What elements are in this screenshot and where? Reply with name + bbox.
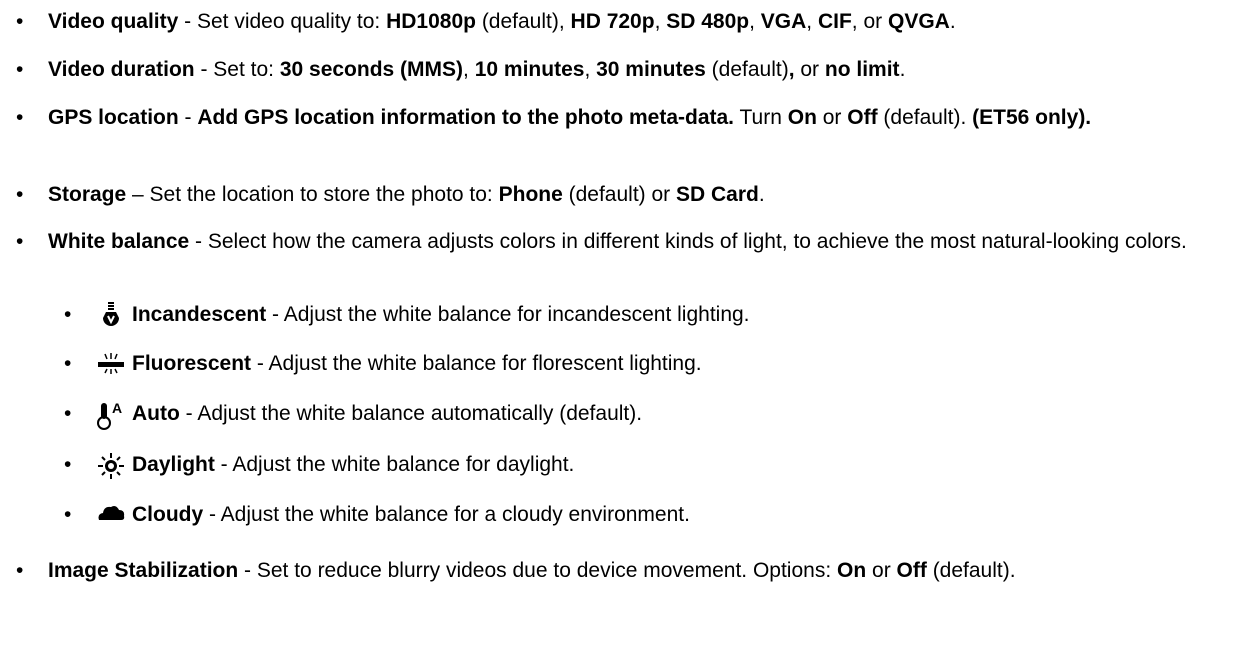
text-run: (default),: [475, 10, 571, 33]
text-run: (default).: [926, 559, 1016, 582]
text-run: ,: [463, 58, 475, 81]
text-run: - Set to:: [194, 58, 280, 81]
text-run: (default): [705, 58, 789, 81]
daylight-sun-icon: [96, 452, 126, 479]
text-run: ,: [806, 10, 818, 33]
bold-text-run: HD 720p: [570, 10, 655, 33]
text-run: or: [794, 58, 825, 81]
bold-text-run: Phone: [498, 183, 563, 206]
bold-text-run: Video quality: [48, 10, 179, 33]
document-page: • Video quality - Set video quality to: …: [0, 0, 1241, 668]
text-run: .: [949, 10, 956, 33]
bullet: •: [16, 559, 24, 582]
text-run: or: [816, 106, 848, 129]
svg-text:A: A: [112, 401, 122, 416]
fluorescent-tube-icon: [96, 351, 126, 377]
item-label: Auto - Adjust the white balance automati…: [132, 400, 642, 427]
text-run: - Adjust the white balance for daylight.: [214, 453, 575, 476]
text-run: Turn: [734, 106, 788, 129]
bold-text-run: Fluorescent: [132, 352, 252, 375]
bullet: •: [64, 352, 72, 375]
item-label: Incandescent - Adjust the white balance …: [132, 301, 750, 328]
bold-text-run: Cloudy: [132, 503, 204, 526]
item-label: Daylight - Adjust the white balance for …: [132, 451, 574, 478]
text-run: or: [866, 559, 897, 582]
text-run: .: [899, 58, 906, 81]
text-run: ,: [749, 10, 761, 33]
item-text: Daylight - Adjust the white balance for …: [96, 451, 1219, 479]
item-text: Video quality - Set video quality to: HD…: [48, 8, 1219, 35]
bullet: •: [16, 10, 24, 33]
text-run: ,: [654, 10, 667, 33]
bold-text-run: Off: [896, 559, 927, 582]
text-run: - Set video quality to:: [178, 10, 387, 33]
bold-text-run: White balance: [48, 230, 190, 253]
item-text: White balance - Select how the camera ad…: [48, 228, 1219, 255]
bold-text-run: QVGA: [887, 10, 950, 33]
item-text: Cloudy - Adjust the white balance for a …: [96, 501, 1219, 528]
bullet: •: [16, 58, 24, 81]
bold-text-run: Video duration: [48, 58, 195, 81]
auto-white-balance-icon: A: [96, 401, 126, 430]
incandescent-bulb-icon: [96, 301, 126, 328]
bullet: •: [64, 453, 72, 476]
bold-text-run: Image Stabilization: [48, 559, 239, 582]
text-run: - Adjust the white balance automatically…: [179, 402, 643, 425]
text-run: - Adjust the white balance for florescen…: [251, 352, 702, 375]
bold-text-run: CIF: [817, 10, 852, 33]
bold-text-run: VGA: [760, 10, 807, 33]
item-text: Storage – Set the location to store the …: [48, 181, 1219, 208]
bullet: •: [64, 402, 72, 425]
bold-text-run: 30 minutes: [596, 58, 706, 81]
item-label: Fluorescent - Adjust the white balance f…: [132, 350, 702, 377]
bold-text-run: Storage: [48, 183, 127, 206]
text-run: (default) or: [562, 183, 676, 206]
text-run: (default).: [877, 106, 973, 129]
text-run: - Adjust the white balance for a cloudy …: [203, 503, 690, 526]
text-run: - Select how the camera adjusts colors i…: [189, 230, 1187, 253]
bold-text-run: Daylight: [132, 453, 215, 476]
item-text: Fluorescent - Adjust the white balance f…: [96, 350, 1219, 377]
bullet: •: [16, 106, 24, 129]
bold-text-run: Off: [847, 106, 878, 129]
bold-text-run: (ET56 only).: [972, 106, 1092, 129]
bold-text-run: no limit: [824, 58, 900, 81]
bold-text-run: HD1080p: [386, 10, 476, 33]
item-text: Video duration - Set to: 30 seconds (MMS…: [48, 56, 1219, 83]
bold-text-run: Auto: [132, 402, 180, 425]
item-text: Image Stabilization - Set to reduce blur…: [48, 557, 1219, 584]
bold-text-run: 30 seconds (MMS): [279, 58, 464, 81]
text-run: -: [178, 106, 198, 129]
bold-text-run: Incandescent: [132, 303, 267, 326]
text-run: - Set to reduce blurry videos due to dev…: [238, 559, 838, 582]
text-run: .: [758, 183, 765, 206]
bold-text-run: GPS location: [48, 106, 179, 129]
item-text: Incandescent - Adjust the white balance …: [96, 301, 1219, 328]
bold-text-run: 10 minutes: [474, 58, 585, 81]
bold-text-run: SD Card: [676, 183, 759, 206]
bold-text-run: On: [837, 559, 867, 582]
item-text: A Auto - Adjust the white balance automa…: [96, 400, 1219, 430]
bold-text-run: SD 480p: [666, 10, 750, 33]
text-run: – Set the location to store the photo to…: [126, 183, 499, 206]
item-label: Cloudy - Adjust the white balance for a …: [132, 501, 690, 528]
bullet: •: [16, 230, 24, 253]
item-text: GPS location - Add GPS location informat…: [48, 104, 1219, 131]
cloudy-icon: [96, 502, 126, 528]
bullet: •: [64, 503, 72, 526]
text-run: , or: [851, 10, 888, 33]
text-run: - Adjust the white balance for incandesc…: [266, 303, 750, 326]
bold-text-run: On: [787, 106, 817, 129]
text-run: ,: [584, 58, 597, 81]
bold-text-run: Add GPS location information to the phot…: [197, 106, 735, 129]
bullet: •: [16, 183, 24, 206]
bullet: •: [64, 303, 72, 326]
